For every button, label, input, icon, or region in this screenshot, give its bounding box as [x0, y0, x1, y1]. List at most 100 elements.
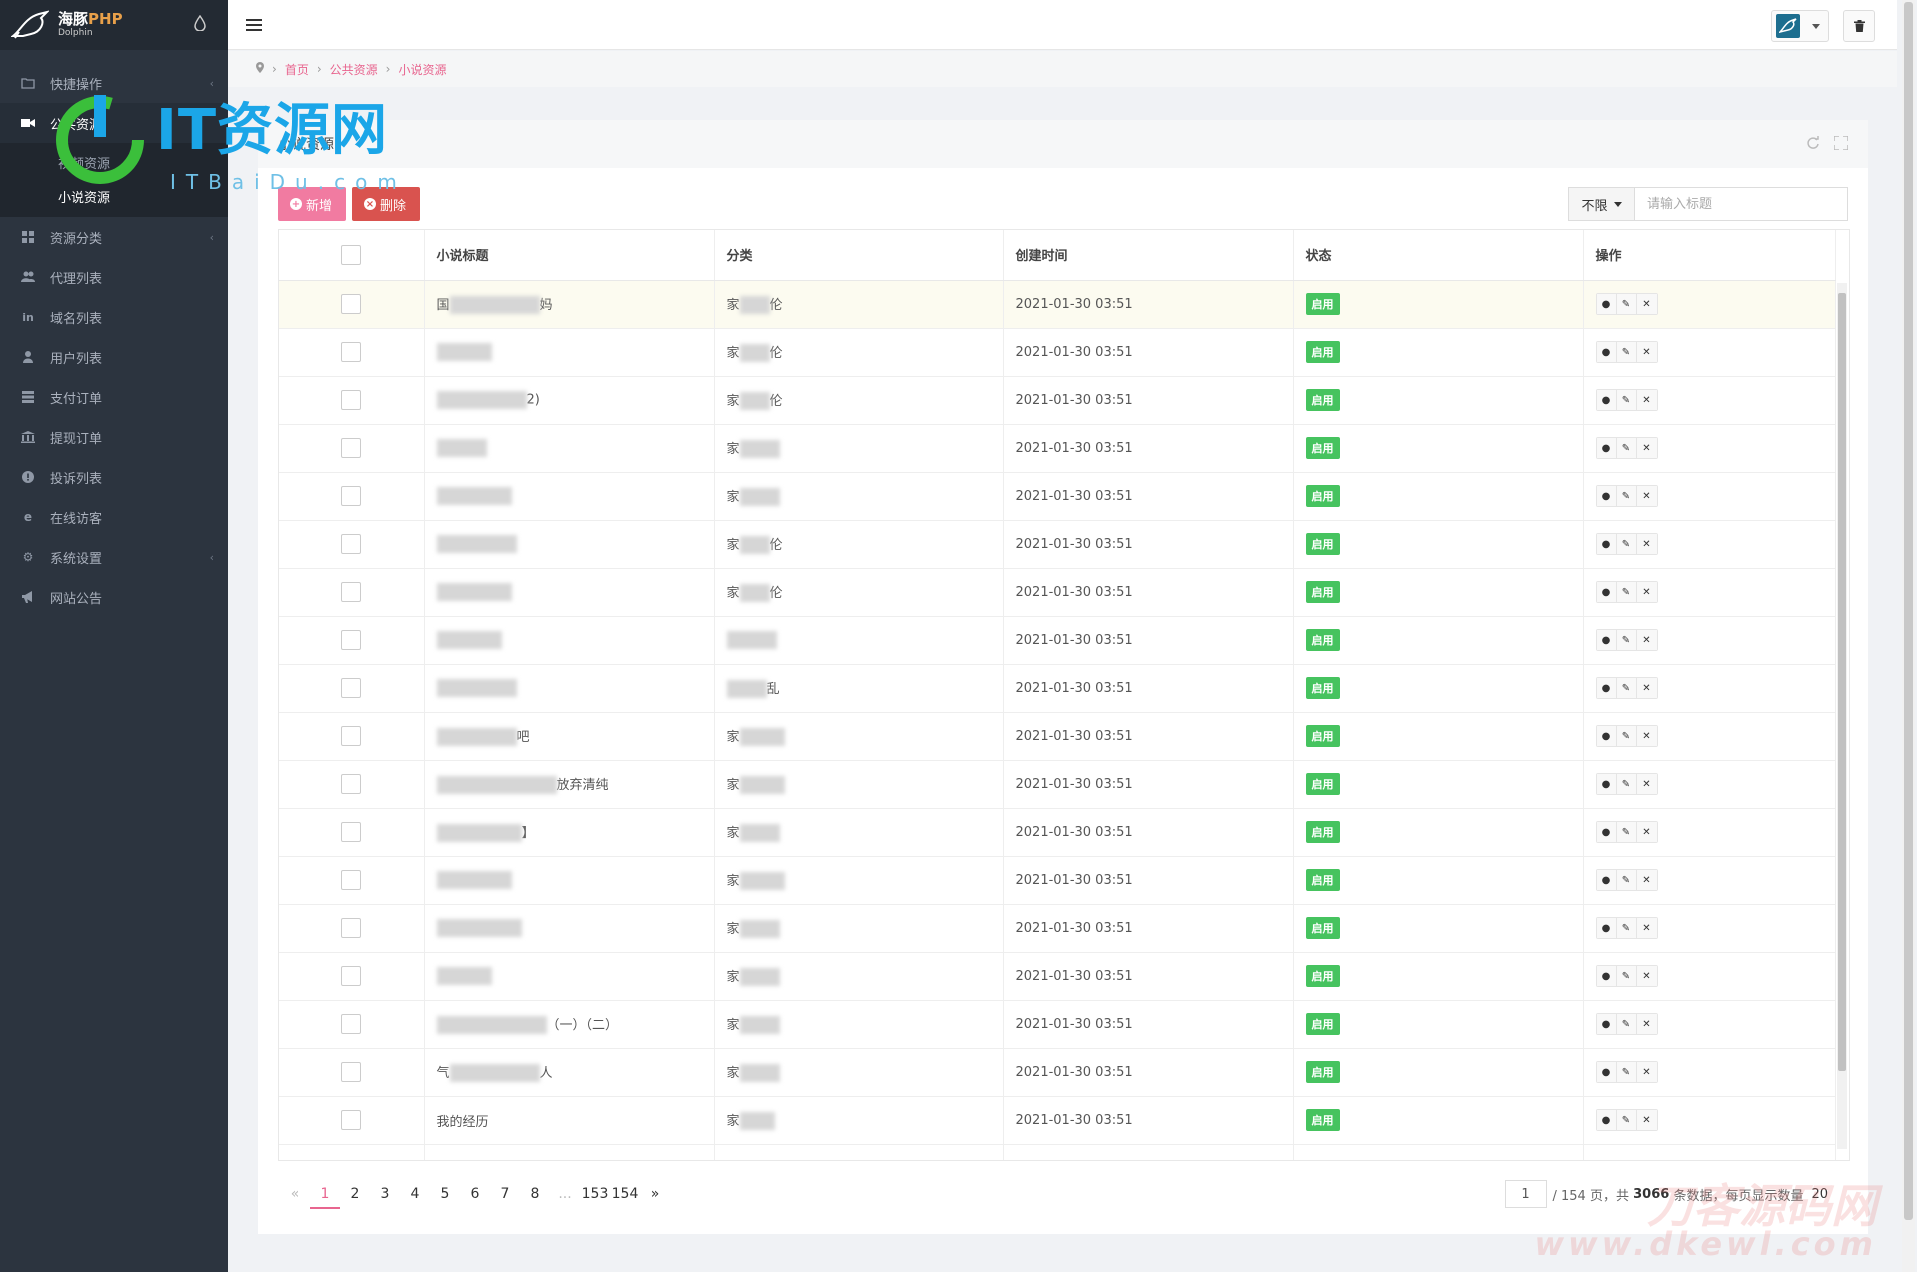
table-row[interactable]: 家 2021-01-30 03:51 启用 ● ✎ ✕	[279, 856, 1836, 905]
row-checkbox[interactable]	[341, 1110, 362, 1130]
table-row[interactable]: 我的经历 家 2021-01-30 03:51 启用 ● ✎ ✕	[279, 1096, 1836, 1145]
col-created-time[interactable]: 创建时间	[1003, 230, 1294, 281]
sidebar-item-announcements[interactable]: 网站公告	[0, 577, 228, 617]
edit-icon[interactable]: ✎	[1616, 342, 1637, 362]
delete-icon[interactable]: ✕	[1636, 294, 1657, 314]
status-badge[interactable]: 启用	[1305, 917, 1340, 939]
view-icon[interactable]: ●	[1596, 678, 1617, 698]
col-category[interactable]: 分类	[714, 230, 1004, 281]
edit-icon[interactable]: ✎	[1616, 822, 1637, 842]
status-badge[interactable]: 启用	[1305, 629, 1340, 651]
status-badge[interactable]: 启用	[1305, 437, 1340, 459]
row-checkbox[interactable]	[341, 438, 362, 458]
delete-icon[interactable]: ✕	[1636, 822, 1657, 842]
user-menu-button[interactable]	[1771, 10, 1829, 42]
status-badge[interactable]: 启用	[1305, 677, 1340, 699]
delete-icon[interactable]: ✕	[1636, 678, 1657, 698]
table-row[interactable]: 国妈家伦 2021-01-30 03:51 启用 ● ✎ ✕	[279, 280, 1836, 329]
edit-icon[interactable]: ✎	[1616, 726, 1637, 746]
pagination-page[interactable]: 7	[490, 1179, 520, 1209]
view-icon[interactable]: ●	[1596, 1110, 1617, 1130]
view-icon[interactable]: ●	[1596, 390, 1617, 410]
status-badge[interactable]: 启用	[1305, 1061, 1340, 1083]
per-page-value[interactable]: 20	[1811, 1187, 1828, 1202]
view-icon[interactable]: ●	[1596, 294, 1617, 314]
delete-icon[interactable]: ✕	[1636, 342, 1657, 362]
status-badge[interactable]: 启用	[1305, 1013, 1340, 1035]
delete-icon[interactable]: ✕	[1636, 1062, 1657, 1082]
table-row[interactable]: 】 家 2021-01-30 03:51 启用 ● ✎ ✕	[279, 808, 1836, 857]
pagination-page[interactable]: 4	[400, 1179, 430, 1209]
row-checkbox[interactable]	[341, 726, 362, 746]
search-input[interactable]	[1634, 187, 1848, 221]
page-scrollbar-thumb[interactable]	[1904, 2, 1913, 1220]
search-filter-dropdown[interactable]: 不限	[1568, 187, 1634, 221]
table-row[interactable]: 家 2021-01-30 03:51 启用 ● ✎ ✕	[279, 472, 1836, 521]
table-row[interactable]: 吧 家 2021-01-30 03:51 启用 ● ✎ ✕	[279, 712, 1836, 761]
status-badge[interactable]: 启用	[1305, 389, 1340, 411]
delete-icon[interactable]: ✕	[1636, 870, 1657, 890]
delete-icon[interactable]: ✕	[1636, 438, 1657, 458]
edit-icon[interactable]: ✎	[1616, 630, 1637, 650]
sidebar-item-public-resources[interactable]: 公共资源	[0, 103, 228, 143]
row-checkbox[interactable]	[341, 342, 362, 362]
table-row[interactable]: 气人家 2021-01-30 03:51 启用 ● ✎ ✕	[279, 1048, 1836, 1097]
view-icon[interactable]: ●	[1596, 1062, 1617, 1082]
row-checkbox[interactable]	[341, 1014, 362, 1034]
table-scrollbar[interactable]	[1837, 283, 1847, 1149]
delete-icon[interactable]: ✕	[1636, 534, 1657, 554]
sidebar-item-users[interactable]: 用户列表	[0, 337, 228, 377]
table-row[interactable]: 家伦 2021-01-30 03:51 启用 ● ✎ ✕	[279, 520, 1836, 569]
table-row[interactable]: 家伦 2021-01-30 03:51 启用 ● ✎ ✕	[279, 328, 1836, 377]
table-row[interactable]: 家 2021-01-30 03:51 启用 ● ✎ ✕	[279, 952, 1836, 1001]
edit-icon[interactable]: ✎	[1616, 966, 1637, 986]
edit-icon[interactable]: ✎	[1616, 1014, 1637, 1034]
status-badge[interactable]: 启用	[1305, 965, 1340, 987]
view-icon[interactable]: ●	[1596, 822, 1617, 842]
row-checkbox[interactable]	[341, 534, 362, 554]
delete-icon[interactable]: ✕	[1636, 630, 1657, 650]
view-icon[interactable]: ●	[1596, 534, 1617, 554]
sidebar-item-online-visitors[interactable]: e 在线访客	[0, 497, 228, 537]
clear-cache-button[interactable]	[1843, 10, 1875, 42]
view-icon[interactable]: ●	[1596, 342, 1617, 362]
page-scrollbar[interactable]	[1902, 0, 1915, 1272]
row-checkbox[interactable]	[341, 774, 362, 794]
status-badge[interactable]: 启用	[1305, 341, 1340, 363]
delete-icon[interactable]: ✕	[1636, 726, 1657, 746]
status-badge[interactable]: 启用	[1305, 293, 1340, 315]
row-checkbox[interactable]	[341, 966, 362, 986]
pagination-prev[interactable]: «	[280, 1179, 310, 1209]
status-badge[interactable]: 启用	[1305, 1109, 1340, 1131]
pagination-page[interactable]: 2	[340, 1179, 370, 1209]
status-badge[interactable]: 启用	[1305, 773, 1340, 795]
edit-icon[interactable]: ✎	[1616, 1062, 1637, 1082]
delete-icon[interactable]: ✕	[1636, 918, 1657, 938]
edit-icon[interactable]: ✎	[1616, 774, 1637, 794]
table-row[interactable]: 2021-01-30 03:51 启用 ● ✎ ✕	[279, 616, 1836, 665]
row-checkbox[interactable]	[341, 582, 362, 602]
page-jump-input[interactable]: 1	[1504, 1180, 1547, 1208]
table-row[interactable]: （一）（二） 家 2021-01-30 03:51 启用 ● ✎ ✕	[279, 1000, 1836, 1049]
table-row[interactable]: 2) 家伦 2021-01-30 03:51 启用 ● ✎ ✕	[279, 376, 1836, 425]
status-badge[interactable]: 启用	[1305, 485, 1340, 507]
pagination-page[interactable]: 1	[310, 1179, 340, 1209]
delete-icon[interactable]: ✕	[1636, 390, 1657, 410]
table-row[interactable]: 放弃清纯 家 2021-01-30 03:51 启用 ● ✎ ✕	[279, 760, 1836, 809]
delete-icon[interactable]: ✕	[1636, 1110, 1657, 1130]
pagination-page[interactable]: 8	[520, 1179, 550, 1209]
row-checkbox[interactable]	[341, 1062, 362, 1082]
row-checkbox[interactable]	[341, 918, 362, 938]
table-row[interactable]: 家伦 2021-01-30 03:51 启用 ● ✎ ✕	[279, 568, 1836, 617]
view-icon[interactable]: ●	[1596, 774, 1617, 794]
view-icon[interactable]: ●	[1596, 966, 1617, 986]
status-badge[interactable]: 启用	[1305, 533, 1340, 555]
sidebar-item-system-settings[interactable]: ⚙ 系统设置 ‹	[0, 537, 228, 577]
sidebar-item-complaints[interactable]: 投诉列表	[0, 457, 228, 497]
row-checkbox[interactable]	[341, 678, 362, 698]
edit-icon[interactable]: ✎	[1616, 870, 1637, 890]
refresh-icon[interactable]	[1806, 136, 1820, 154]
row-checkbox[interactable]	[341, 870, 362, 890]
col-status[interactable]: 状态	[1293, 230, 1584, 281]
row-checkbox[interactable]	[341, 390, 362, 410]
